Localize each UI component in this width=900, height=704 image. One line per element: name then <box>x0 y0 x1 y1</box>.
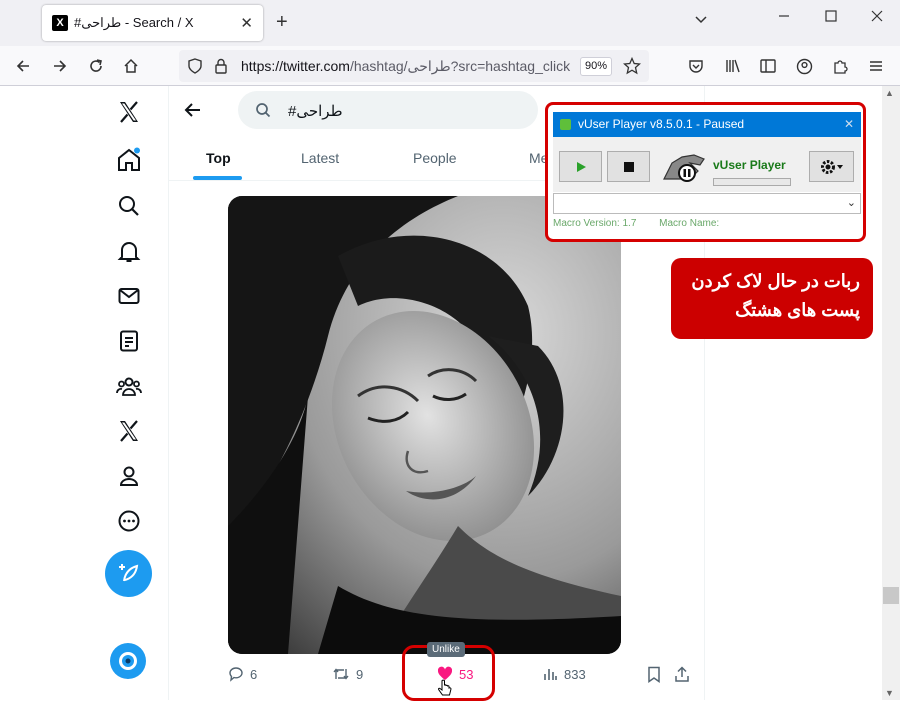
forward-icon[interactable] <box>49 55 71 77</box>
views-count: 833 <box>564 666 586 682</box>
close-window-icon[interactable] <box>870 9 884 27</box>
compose-button[interactable] <box>105 550 152 597</box>
callout-line-1: ربات در حال لاک کردن <box>691 271 860 291</box>
macro-dropdown[interactable]: ⌄ <box>553 193 861 214</box>
bookmark-icon[interactable] <box>647 666 661 688</box>
bell-icon[interactable] <box>115 237 142 264</box>
vuser-app-icon <box>560 119 571 130</box>
vuser-player-window: vUser Player v8.5.0.1 - Paused ✕ vUser P… <box>545 102 866 242</box>
more-icon[interactable] <box>115 507 142 534</box>
scrollbar-thumb[interactable] <box>883 587 899 604</box>
x-logo-icon[interactable] <box>115 98 142 125</box>
tab-title: #طراحی - Search / X <box>74 15 194 30</box>
back-arrow-icon[interactable] <box>183 100 203 125</box>
vuser-progress-bar <box>713 178 791 186</box>
retweet-button[interactable]: 9 <box>332 666 363 682</box>
scroll-up-icon[interactable]: ▲ <box>885 88 894 98</box>
vuser-close-icon[interactable]: ✕ <box>844 112 854 137</box>
minimize-icon[interactable] <box>777 8 791 26</box>
vuser-title-bar[interactable]: vUser Player v8.5.0.1 - Paused ✕ <box>553 112 861 137</box>
macro-name: Macro Name: <box>659 218 720 229</box>
x-premium-icon[interactable] <box>115 417 142 444</box>
tab-people[interactable]: People <box>413 150 457 166</box>
settings-button[interactable] <box>809 151 854 182</box>
vuser-status-bar: Macro Version: 1.7 Macro Name: <box>553 218 861 236</box>
home-page-icon[interactable] <box>120 55 142 77</box>
lock-icon[interactable] <box>214 58 228 79</box>
views-chart-icon <box>544 669 557 680</box>
tab-list-icon[interactable] <box>694 12 708 30</box>
robot-hand-icon <box>660 149 710 192</box>
url-bar[interactable]: https://twitter.com/hashtag/طراحی?src=ha… <box>179 50 649 82</box>
scroll-down-icon[interactable]: ▼ <box>885 688 894 698</box>
home-icon[interactable] <box>115 146 142 173</box>
vuser-title: vUser Player v8.5.0.1 - Paused <box>578 117 745 131</box>
menu-icon[interactable] <box>865 55 887 77</box>
views-button[interactable]: 833 <box>542 666 586 682</box>
search-input[interactable]: #طراحی <box>238 91 538 129</box>
twitter-left-nav <box>0 86 168 700</box>
retweet-count: 9 <box>356 666 364 682</box>
stop-icon <box>623 161 634 172</box>
x-favicon-icon: X <box>52 15 68 31</box>
unlike-tooltip: Unlike <box>427 642 465 657</box>
library-icon[interactable] <box>722 55 744 77</box>
account-icon[interactable] <box>793 55 815 77</box>
reply-button[interactable]: 6 <box>228 666 257 682</box>
communities-icon[interactable] <box>115 372 142 399</box>
back-icon[interactable] <box>12 55 34 77</box>
annotation-callout: ربات در حال لاک کردن پست های هشتگ <box>671 258 873 339</box>
mail-icon[interactable] <box>115 282 142 309</box>
play-button[interactable] <box>559 151 602 182</box>
zoom-indicator[interactable]: 90% <box>580 57 612 76</box>
vuser-controls: vUser Player <box>553 137 861 192</box>
url-text: https://twitter.com/hashtag/طراحی?src=ha… <box>241 58 571 74</box>
reply-count: 6 <box>250 666 258 682</box>
share-icon[interactable] <box>674 666 690 688</box>
new-tab-icon[interactable]: + <box>276 11 288 34</box>
close-tab-icon[interactable]: ✕ <box>240 14 253 32</box>
hand-cursor-icon <box>437 679 453 704</box>
compose-icon <box>118 563 138 581</box>
avatar[interactable] <box>110 643 146 679</box>
search-query: #طراحی <box>288 103 343 120</box>
gear-icon <box>820 159 843 174</box>
retweet-icon <box>333 668 349 680</box>
browser-nav-bar: https://twitter.com/hashtag/طراحی?src=ha… <box>0 46 900 86</box>
callout-line-2: پست های هشتگ <box>735 300 860 320</box>
browser-tab[interactable]: X #طراحی - Search / X ✕ <box>42 5 263 41</box>
list-icon[interactable] <box>115 327 142 354</box>
bookmark-star-icon[interactable] <box>622 56 642 80</box>
pocket-icon[interactable] <box>685 55 707 77</box>
extensions-icon[interactable] <box>829 55 851 77</box>
vuser-brand: vUser Player <box>713 158 786 172</box>
reply-icon <box>229 667 243 682</box>
reload-icon[interactable] <box>85 55 107 77</box>
tab-latest[interactable]: Latest <box>301 150 339 166</box>
stop-button[interactable] <box>607 151 650 182</box>
shield-icon[interactable] <box>187 58 203 79</box>
maximize-icon[interactable] <box>824 9 838 27</box>
browser-tab-bar: X #طراحی - Search / X ✕ + <box>0 0 900 46</box>
chevron-down-icon: ⌄ <box>846 197 856 209</box>
tab-top[interactable]: Top <box>206 150 231 166</box>
search-field-icon <box>255 102 271 123</box>
macro-version: Macro Version: 1.7 <box>553 218 637 229</box>
scrollbar[interactable] <box>882 86 900 700</box>
tweet-photo[interactable] <box>228 196 621 654</box>
play-icon <box>576 161 586 172</box>
sidebar-icon[interactable] <box>757 55 779 77</box>
profile-icon[interactable] <box>115 462 142 489</box>
search-icon[interactable] <box>115 192 142 219</box>
